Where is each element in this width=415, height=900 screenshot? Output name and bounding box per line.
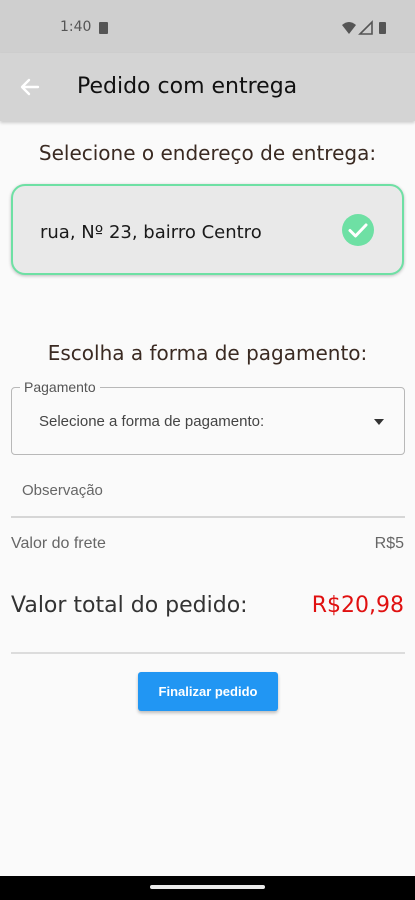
- status-time: 1:40: [60, 19, 92, 35]
- status-icons: [342, 20, 386, 35]
- address-card[interactable]: rua, Nº 23, bairro Centro: [11, 184, 404, 275]
- battery-icon: [379, 22, 386, 34]
- app-bar: Pedido com entrega: [0, 53, 415, 121]
- total-label: Valor total do pedido:: [11, 593, 248, 618]
- payment-field-label: Pagamento: [20, 379, 100, 395]
- freight-value: R$5: [374, 535, 404, 552]
- freight-label: Valor do frete: [11, 535, 106, 552]
- back-arrow-icon: [20, 78, 40, 96]
- wifi-icon: [342, 22, 356, 34]
- status-bar: 1:40: [0, 0, 415, 53]
- divider: [11, 652, 405, 654]
- address-text: rua, Nº 23, bairro Centro: [40, 222, 262, 243]
- payment-placeholder: Selecione a forma de pagamento:: [39, 413, 265, 430]
- navigation-bar: [0, 876, 415, 900]
- page-title: Pedido com entrega: [77, 74, 298, 99]
- back-button[interactable]: [12, 69, 48, 105]
- payment-dropdown[interactable]: Pagamento Selecione a forma de pagamento…: [11, 379, 405, 455]
- observation-label: Observação: [22, 482, 103, 499]
- check-circle-icon: [342, 214, 374, 246]
- total-value: R$20,98: [311, 593, 404, 618]
- address-heading: Selecione o endereço de entrega:: [38, 141, 377, 165]
- signal-icon: [358, 20, 373, 35]
- dropdown-arrow-icon: [374, 419, 384, 425]
- finish-order-button[interactable]: Finalizar pedido: [138, 672, 278, 711]
- payment-heading: Escolha a forma de pagamento:: [47, 341, 368, 365]
- sim-card-icon: [99, 22, 108, 34]
- observation-field[interactable]: Observação: [11, 470, 405, 518]
- home-gesture-handle[interactable]: [150, 885, 265, 889]
